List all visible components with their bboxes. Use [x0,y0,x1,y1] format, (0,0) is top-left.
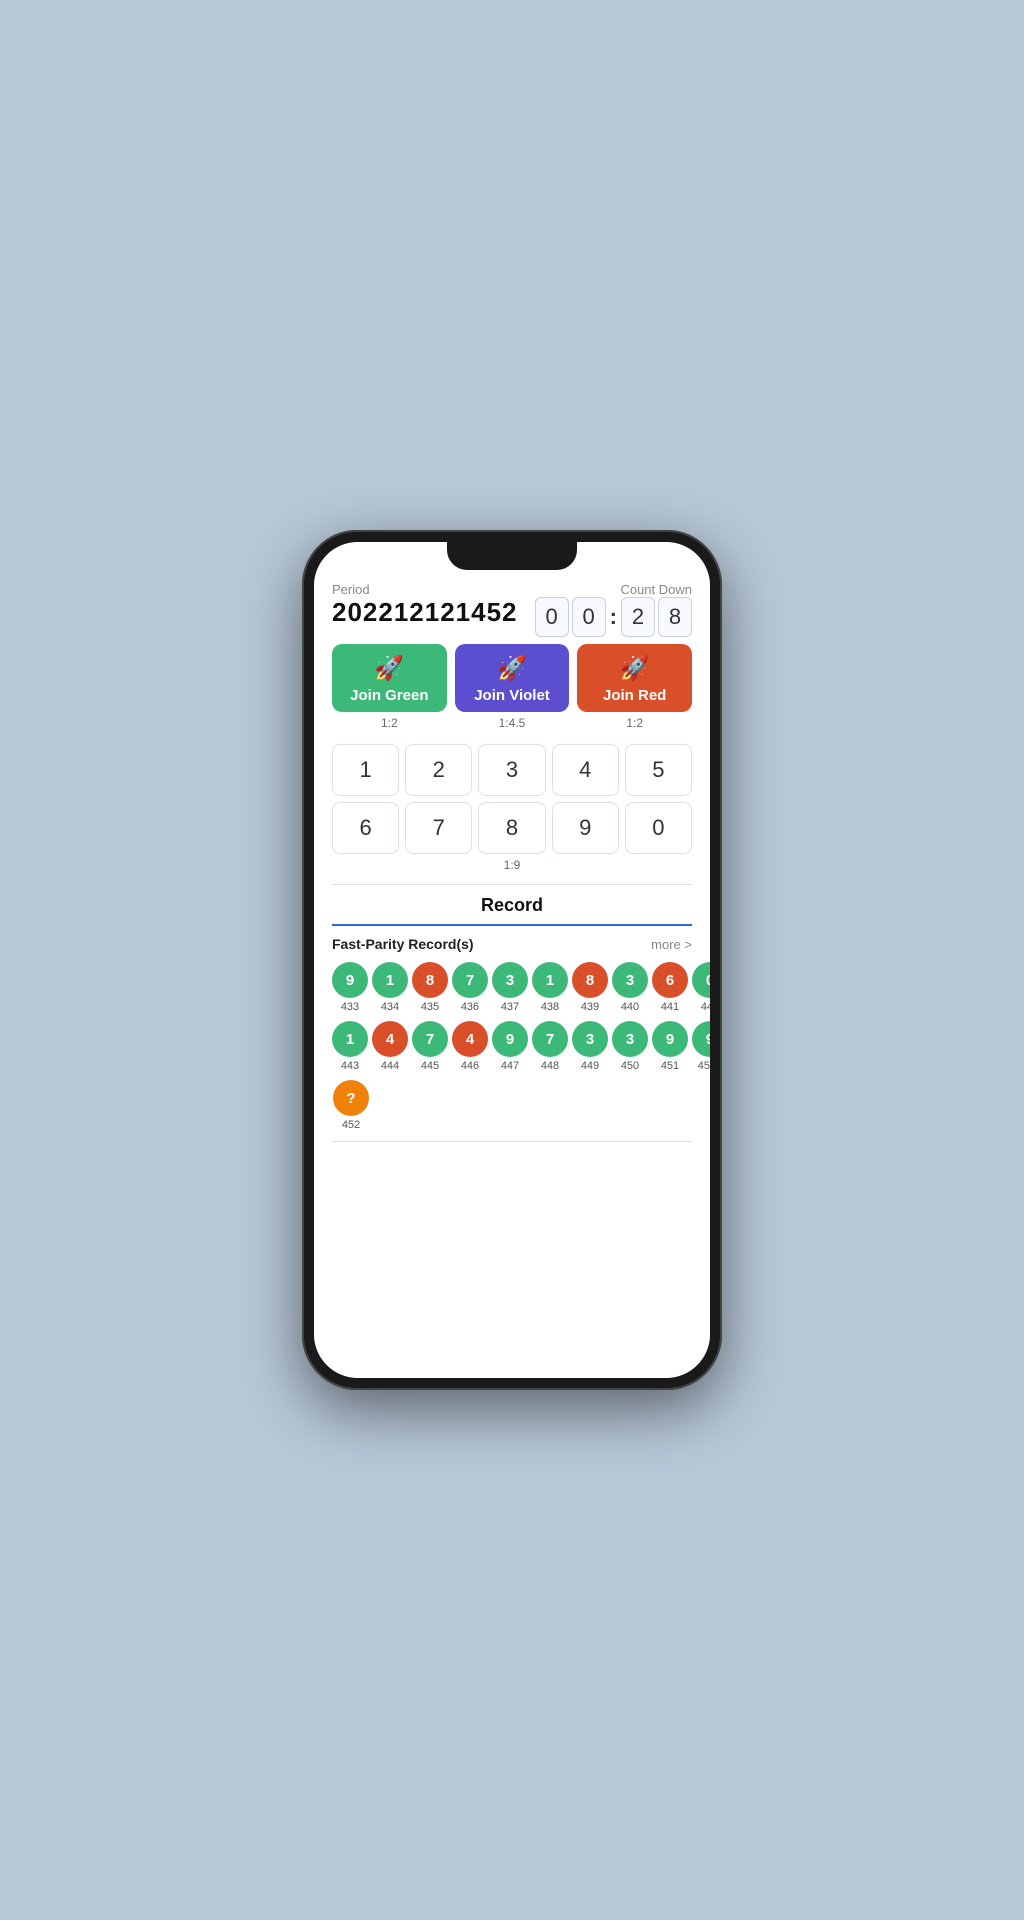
record-row-2: 1443444474454446944774483449345094519451… [332,1021,692,1072]
record-item: 3449 [572,1021,608,1072]
countdown-label: Count Down [535,582,692,597]
join-red-button[interactable]: 🚀 Join Red [577,644,692,712]
number-3[interactable]: 3 [478,744,545,796]
join-red-label: Join Red [603,687,666,704]
countdown-digit-0: 0 [535,597,569,637]
record-row-1: 9433143484357436343714388439344064410442 [332,962,692,1013]
bottom-divider [332,1141,692,1142]
record-item: 1443 [332,1021,368,1072]
number-0[interactable]: 0 [625,802,692,854]
record-item: 3450 [612,1021,648,1072]
number-1[interactable]: 1 [332,744,399,796]
header-row: Period 202212121452 Count Down 0 0 : 2 8 [332,582,692,640]
record-item: 1438 [532,962,568,1013]
rocket-icon-green: 🚀 [374,654,404,683]
countdown-digit-2: 2 [621,597,655,637]
record-item: 9447 [492,1021,528,1072]
number-4[interactable]: 4 [552,744,619,796]
record-item: 3440 [612,962,648,1013]
number-6[interactable]: 6 [332,802,399,854]
number-2[interactable]: 2 [405,744,472,796]
join-green-button[interactable]: 🚀 Join Green [332,644,447,712]
record-item: 8439 [572,962,608,1013]
record-item: 7445 [412,1021,448,1072]
violet-odds: 1:4.5 [455,716,570,730]
record-item: 4444 [372,1021,408,1072]
countdown-digit-3: 8 [658,597,692,637]
section-divider [332,884,692,885]
record-item: 1434 [372,962,408,1013]
join-violet-button[interactable]: 🚀 Join Violet [455,644,570,712]
red-odds: 1:2 [577,716,692,730]
more-link[interactable]: more > [651,937,692,952]
team-odds-row: 1:2 1:4.5 1:2 [332,716,692,730]
rocket-icon-red: 🚀 [620,654,650,683]
record-item: 3437 [492,962,528,1013]
record-item: 4446 [452,1021,488,1072]
fast-parity-label: Fast-Parity Record(s) [332,936,474,952]
number-7[interactable]: 7 [405,802,472,854]
record-item: 7448 [532,1021,568,1072]
fast-parity-header: Fast-Parity Record(s) more > [332,936,692,952]
record-row-3: ?452 [332,1080,692,1131]
green-odds: 1:2 [332,716,447,730]
record-item: 8435 [412,962,448,1013]
phone-frame: Period 202212121452 Count Down 0 0 : 2 8 [302,530,722,1390]
grid-odds: 1:9 [332,858,692,872]
countdown-display: 0 0 : 2 8 [535,597,692,637]
join-violet-label: Join Violet [474,687,550,704]
record-item: 7436 [452,962,488,1013]
join-green-label: Join Green [350,687,428,704]
team-buttons: 🚀 Join Green 🚀 Join Violet 🚀 Join Red [332,644,692,712]
number-9[interactable]: 9 [552,802,619,854]
number-grid: 1 2 3 4 5 6 7 8 9 0 [332,744,692,854]
period-label: Period [332,582,518,597]
countdown-digit-1: 0 [572,597,606,637]
record-item: 9433 [332,962,368,1013]
notch [447,542,577,570]
record-item: 6441 [652,962,688,1013]
screen-content: Period 202212121452 Count Down 0 0 : 2 8 [314,542,710,1378]
record-item: 9451b [692,1021,710,1072]
number-5[interactable]: 5 [625,744,692,796]
record-item: 9451 [652,1021,688,1072]
record-underline [332,924,692,926]
record-title: Record [332,895,692,916]
number-8[interactable]: 8 [478,802,545,854]
phone-screen: Period 202212121452 Count Down 0 0 : 2 8 [314,542,710,1378]
period-value: 202212121452 [332,597,518,628]
countdown-colon: : [610,604,617,630]
record-item: 0442 [692,962,710,1013]
rocket-icon-violet: 🚀 [497,654,527,683]
record-item: ?452 [332,1080,370,1131]
